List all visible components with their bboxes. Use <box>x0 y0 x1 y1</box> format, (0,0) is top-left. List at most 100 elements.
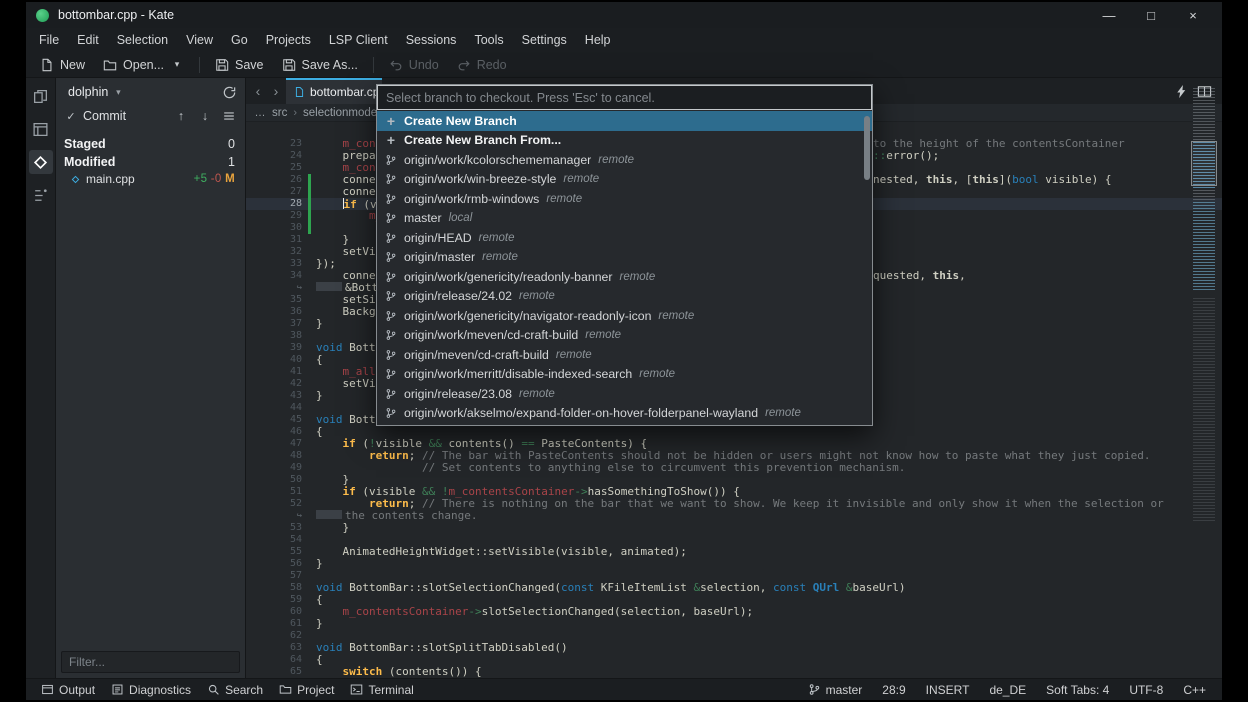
output-icon <box>41 683 54 696</box>
minimap-scrollbar[interactable] <box>1190 86 1218 672</box>
git-group-staged[interactable]: Staged0 <box>56 135 245 153</box>
branch-item[interactable]: origin/work/genericity/readonly-bannerre… <box>377 267 872 287</box>
save-as-icon <box>282 58 296 72</box>
tool-filesystem-button[interactable] <box>29 117 53 141</box>
statusbar-search[interactable]: Search <box>200 681 270 699</box>
close-button[interactable]: × <box>1172 2 1214 28</box>
diagnostics-icon <box>111 683 124 696</box>
menu-projects[interactable]: Projects <box>257 30 320 50</box>
menu-file[interactable]: File <box>30 30 68 50</box>
search-icon <box>207 683 220 696</box>
branch-item[interactable]: origin/meven/cd-craft-buildremote <box>377 345 872 365</box>
popup-scrollbar[interactable] <box>864 116 870 180</box>
menu-view[interactable]: View <box>177 30 222 50</box>
code-line: 55 AnimatedHeightWidget::setVisible(visi… <box>246 546 1222 558</box>
maximize-button[interactable]: □ <box>1130 2 1172 28</box>
branch-item[interactable]: origin/work/kcolorschememanagerremote <box>377 150 872 170</box>
code-line: 58void BottomBar::slotSelectionChanged(c… <box>246 582 1222 594</box>
new-button[interactable]: New <box>32 55 93 75</box>
menu-go[interactable]: Go <box>222 30 257 50</box>
branch-item[interactable]: origin/work/akselmo/expand-folder-on-hov… <box>377 404 872 424</box>
git-group-modified[interactable]: Modified1 <box>56 153 245 171</box>
git-file-row[interactable]: main.cpp+5 -0 M <box>56 171 245 187</box>
window-controls: — □ × <box>1088 2 1214 28</box>
tool-strip <box>26 78 56 678</box>
branch-item[interactable]: origin/work/genericity/navigator-readonl… <box>377 306 872 326</box>
menu-tools[interactable]: Tools <box>465 30 512 50</box>
chevron-down-icon: ▾ <box>113 85 123 99</box>
statusbar-c++[interactable]: C++ <box>1175 681 1214 699</box>
git-panel-header: dolphin ▾ <box>56 80 245 104</box>
plus-icon: + <box>385 115 397 127</box>
menu-lsp-client[interactable]: LSP Client <box>320 30 397 50</box>
git-panel: dolphin ▾ ✓ Commit ↑ ↓ Staged0Modified1m… <box>56 78 246 678</box>
statusbar-master[interactable]: master <box>800 681 871 699</box>
branch-item[interactable]: masterlocal <box>377 209 872 229</box>
branch-icon <box>385 388 397 400</box>
branch-search-input[interactable] <box>377 85 872 110</box>
push-button[interactable]: ↑ <box>174 109 188 123</box>
statusbar-project[interactable]: Project <box>272 681 341 699</box>
branch-item[interactable]: +Create New Branch From... <box>377 131 872 151</box>
chevron-down-icon: ▾ <box>170 58 184 72</box>
minimize-button[interactable]: — <box>1088 2 1130 28</box>
pull-button[interactable]: ↓ <box>198 109 212 123</box>
undo-button[interactable]: Undo <box>381 55 447 75</box>
branch-item[interactable]: origin/work/rmb-windowsremote <box>377 189 872 209</box>
code-line: 61} <box>246 618 1222 630</box>
git-menu-button[interactable] <box>222 109 236 123</box>
save-as-button[interactable]: Save As... <box>274 55 366 75</box>
branch-item[interactable]: origin/work/meven/cd-craft-buildremote <box>377 326 872 346</box>
code-line: 49 // Set contents to anything else to c… <box>246 462 1222 474</box>
tool-documents-button[interactable] <box>29 84 53 108</box>
tab-bottombar-cpp[interactable]: bottombar.cpp <box>286 78 382 104</box>
git-filter-input[interactable] <box>61 651 240 673</box>
branch-item[interactable]: origin/HEADremote <box>377 228 872 248</box>
code-line: 53 } <box>246 522 1222 534</box>
minimap-viewport[interactable] <box>1191 141 1217 186</box>
kate-window: bottombar.cpp - Kate — □ × FileEditSelec… <box>26 2 1222 700</box>
commit-button[interactable]: ✓ Commit <box>65 109 164 123</box>
menu-edit[interactable]: Edit <box>68 30 108 50</box>
redo-button[interactable]: Redo <box>449 55 515 75</box>
titlebar: bottombar.cpp - Kate — □ × <box>26 2 1222 28</box>
tool-symbols-button[interactable] <box>29 183 53 207</box>
git-tree: Staged0Modified1main.cpp+5 -0 M <box>56 135 245 187</box>
file-type-icon <box>294 86 305 98</box>
statusbar-output[interactable]: Output <box>34 681 102 699</box>
branch-item[interactable]: origin/work/win-breeze-styleremote <box>377 170 872 190</box>
branch-item[interactable]: origin/release/23.08remote <box>377 384 872 404</box>
tool-git-button[interactable] <box>29 150 53 174</box>
breadcrumb-selectionmode[interactable]: selectionmode <box>303 107 377 119</box>
forward-button[interactable]: › <box>268 78 284 104</box>
menu-settings[interactable]: Settings <box>513 30 576 50</box>
branch-item[interactable]: +Create New Branch <box>377 111 872 131</box>
open-button[interactable]: Open...▾ <box>95 55 192 75</box>
menu-selection[interactable]: Selection <box>108 30 177 50</box>
branch-icon <box>385 173 397 185</box>
statusbar-insert[interactable]: INSERT <box>918 681 978 699</box>
save-button[interactable]: Save <box>207 55 272 75</box>
menu-sessions[interactable]: Sessions <box>397 30 466 50</box>
git-diamond-icon <box>70 174 81 185</box>
breadcrumb-src[interactable]: src <box>272 107 287 119</box>
statusbar-diagnostics[interactable]: Diagnostics <box>104 681 198 699</box>
statusbar-de-de[interactable]: de_DE <box>981 681 1034 699</box>
lightning-icon[interactable] <box>1174 84 1189 99</box>
branch-item[interactable]: origin/release/24.02remote <box>377 287 872 307</box>
toolbar-separator <box>199 57 200 73</box>
refresh-button[interactable] <box>222 85 237 100</box>
branch-icon <box>385 290 397 302</box>
statusbar-soft-tabs-4[interactable]: Soft Tabs: 4 <box>1038 681 1117 699</box>
branch-item[interactable]: origin/masterremote <box>377 248 872 268</box>
statusbar-28-9[interactable]: 28:9 <box>874 681 913 699</box>
documents-icon <box>32 88 49 105</box>
main-area: dolphin ▾ ✓ Commit ↑ ↓ Staged0Modified1m… <box>26 78 1222 678</box>
back-button[interactable]: ‹ <box>250 78 266 104</box>
statusbar-utf-8[interactable]: UTF-8 <box>1121 681 1171 699</box>
branch-icon <box>385 251 397 263</box>
menu-help[interactable]: Help <box>576 30 620 50</box>
statusbar-terminal[interactable]: Terminal <box>343 681 420 699</box>
branch-item[interactable]: origin/work/merritt/disable-indexed-sear… <box>377 365 872 385</box>
project-selector[interactable]: dolphin ▾ <box>62 83 218 101</box>
